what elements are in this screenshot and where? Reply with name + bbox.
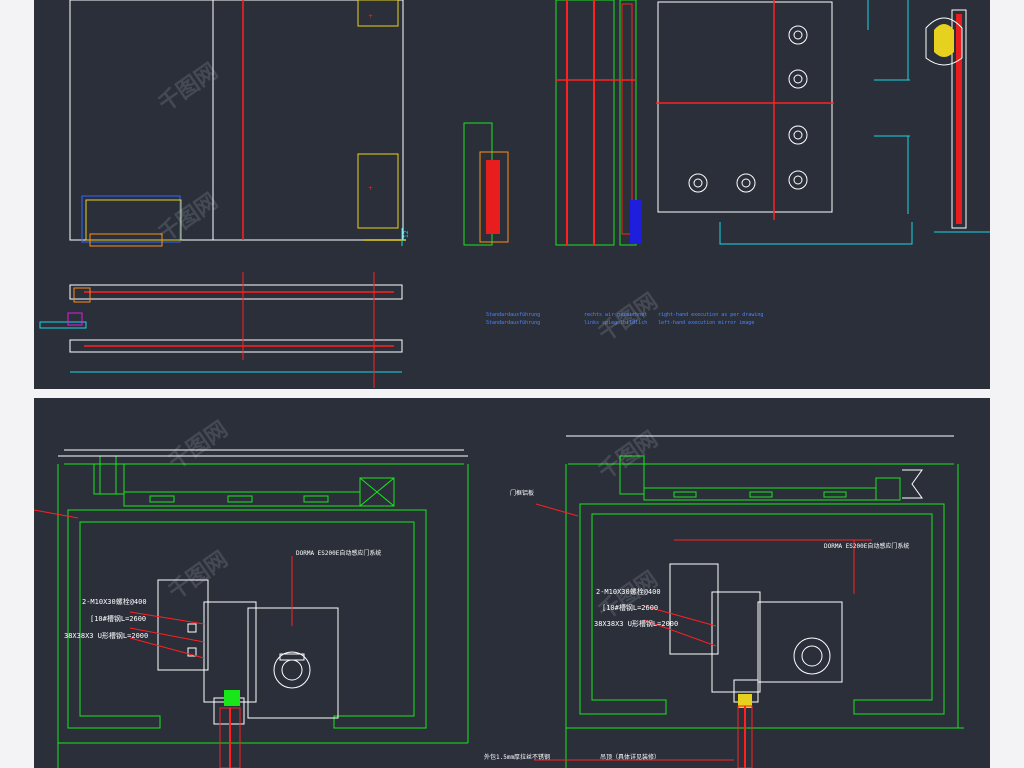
note-left-line2: Standardausführung xyxy=(486,320,541,326)
mark-upper: + xyxy=(368,13,373,20)
door-leaf-outline xyxy=(212,0,404,241)
bottom-drawing-panel: DORMA ES200E自动感应门系统 2-M10X30螺栓@400 [10#槽… xyxy=(34,398,990,768)
right-ceiling-label: 吊顶（具体详见装修） xyxy=(600,754,661,761)
bolt-hole xyxy=(788,170,808,190)
note-right-line2: left-hand execution mirror image xyxy=(658,320,755,326)
mark-lower: + xyxy=(368,185,373,192)
left-bolt-label: 2-M10X30螺栓@400 xyxy=(82,598,147,606)
right-system-label: DORMA ES200E自动感应门系统 xyxy=(824,543,910,550)
left-channel-label: [10#槽钢L=2600 xyxy=(90,615,147,623)
bolt-hole xyxy=(788,125,808,145)
top-cad-drawing: + + 12 xyxy=(39,0,990,388)
bolt-hole xyxy=(736,173,756,193)
right-cladding-label: 外包1.5mm厚拉丝不锈钢 xyxy=(484,754,551,761)
mounting-plate xyxy=(657,1,833,213)
upper-hinge-box xyxy=(357,0,399,27)
bolt-hole xyxy=(688,173,708,193)
note-right-line1: right-hand execution as per drawing xyxy=(658,312,764,318)
right-frame-label: 门框铝板 xyxy=(510,490,535,497)
bolt-hole xyxy=(788,25,808,45)
bolt-hole xyxy=(788,69,808,89)
dim-12-label: 12 xyxy=(403,230,410,238)
channel-section xyxy=(555,0,615,246)
note-left-line1: Standardausführung xyxy=(486,312,541,318)
left-system-label: DORMA ES200E自动感应门系统 xyxy=(296,550,382,557)
lower-hinge-box xyxy=(357,153,399,229)
top-drawing-panel: + + 12 Standardausführung Standardausfüh… xyxy=(34,0,990,389)
left-angle-label: 38X38X3 U形槽钢L=2000 xyxy=(64,632,149,640)
